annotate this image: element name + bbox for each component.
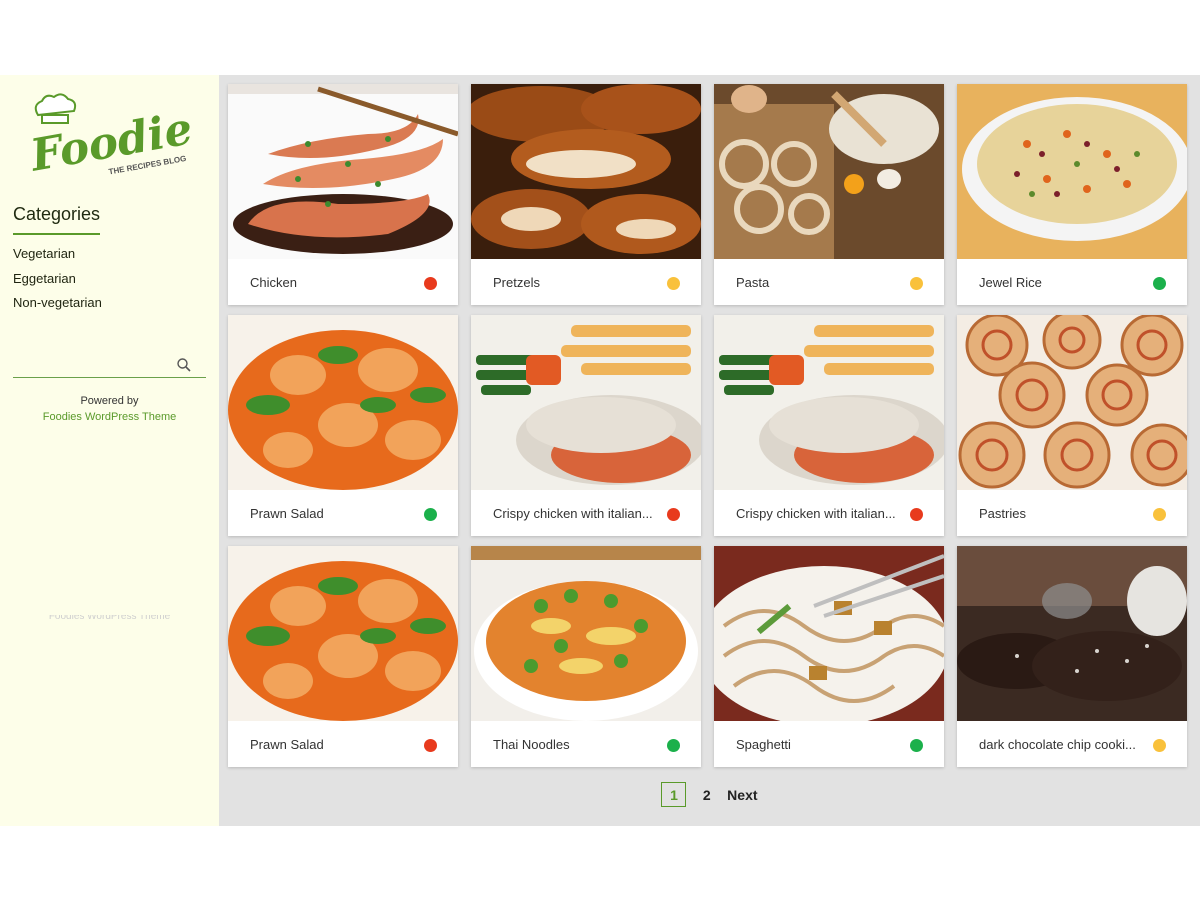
recipe-photo <box>957 546 1187 721</box>
category-link-non-vegetarian[interactable]: Non-vegetarian <box>13 296 102 321</box>
recipe-photo <box>714 315 944 490</box>
category-link-vegetarian[interactable]: Vegetarian <box>13 247 102 272</box>
recipe-title: Pasta <box>736 275 770 290</box>
recipe-card[interactable]: Thai Noodles <box>471 546 701 767</box>
recipe-status-dot <box>667 508 680 521</box>
recipe-photo <box>957 84 1187 259</box>
recipe-status-dot <box>667 739 680 752</box>
recipe-photo <box>471 84 701 259</box>
categories-list: Vegetarian Eggetarian Non-vegetarian <box>13 247 102 321</box>
category-link-eggetarian[interactable]: Eggetarian <box>13 271 102 297</box>
recipe-card[interactable]: Jewel Rice <box>957 84 1187 305</box>
recipe-status-dot <box>910 508 923 521</box>
recipe-title: Prawn Salad <box>250 506 324 521</box>
search-icon[interactable] <box>176 357 192 373</box>
recipe-card[interactable]: dark chocolate chip cooki... <box>957 546 1187 767</box>
categories-heading: Categories <box>13 204 101 235</box>
recipe-card[interactable]: Pastries <box>957 315 1187 536</box>
next-page-link[interactable]: Next <box>727 787 757 803</box>
recipe-title: Chicken <box>250 275 297 290</box>
recipe-title: Jewel Rice <box>979 275 1042 290</box>
site-logo[interactable]: Foodies THE RECIPES BLOG <box>25 93 221 188</box>
faded-footer-text: Foodies WordPress Theme <box>48 615 171 621</box>
recipe-card[interactable]: Crispy chicken with italian... <box>471 315 701 536</box>
recipe-card[interactable]: Prawn Salad <box>228 546 458 767</box>
recipe-title: Prawn Salad <box>250 737 324 752</box>
recipe-status-dot <box>667 277 680 290</box>
recipe-card[interactable]: Crispy chicken with italian... <box>714 315 944 536</box>
recipe-card[interactable]: Pretzels <box>471 84 701 305</box>
recipe-title: Pretzels <box>493 275 540 290</box>
recipe-status-dot <box>1153 277 1166 290</box>
search-form <box>13 355 206 378</box>
recipe-title: Spaghetti <box>736 737 791 752</box>
recipe-photo <box>471 315 701 490</box>
recipe-status-dot <box>1153 739 1166 752</box>
recipe-status-dot <box>910 277 923 290</box>
powered-by-text: Powered by <box>80 395 139 407</box>
recipe-status-dot <box>424 739 437 752</box>
sidebar: Foodies THE RECIPES BLOG Categories Vege… <box>0 75 221 826</box>
recipe-status-dot <box>424 508 437 521</box>
recipe-card[interactable]: Chicken <box>228 84 458 305</box>
foodies-logo-icon: Foodies THE RECIPES BLOG <box>25 93 221 182</box>
recipe-photo <box>228 315 458 490</box>
recipe-title: Crispy chicken with italian... <box>493 506 653 521</box>
recipe-card[interactable]: Pasta <box>714 84 944 305</box>
recipe-card[interactable]: Prawn Salad <box>228 315 458 536</box>
recipe-status-dot <box>910 739 923 752</box>
recipe-photo <box>228 546 458 721</box>
search-input[interactable] <box>13 355 177 377</box>
recipe-grid: Chicken Pretzels Pasta Jewel Rice Prawn … <box>228 84 1187 767</box>
recipe-title: Crispy chicken with italian... <box>736 506 896 521</box>
recipe-title: Thai Noodles <box>493 737 570 752</box>
recipe-status-dot <box>424 277 437 290</box>
powered-by: Powered by Foodies WordPress Theme <box>0 393 219 425</box>
recipe-photo <box>714 546 944 721</box>
recipe-photo <box>957 315 1187 490</box>
recipe-photo <box>471 546 701 721</box>
page-1-current[interactable]: 1 <box>661 782 687 807</box>
recipe-photo <box>714 84 944 259</box>
recipe-status-dot <box>1153 508 1166 521</box>
recipe-card[interactable]: Spaghetti <box>714 546 944 767</box>
page-frame: Foodies THE RECIPES BLOG Categories Vege… <box>0 75 1200 826</box>
page-2-link[interactable]: 2 <box>703 787 711 803</box>
recipes-main: Chicken Pretzels Pasta Jewel Rice Prawn … <box>219 75 1200 826</box>
recipe-title: Pastries <box>979 506 1026 521</box>
recipe-photo <box>228 84 458 259</box>
recipe-title: dark chocolate chip cooki... <box>979 737 1136 752</box>
theme-link[interactable]: Foodies WordPress Theme <box>0 409 219 425</box>
pagination: 1 2 Next <box>219 782 1200 810</box>
